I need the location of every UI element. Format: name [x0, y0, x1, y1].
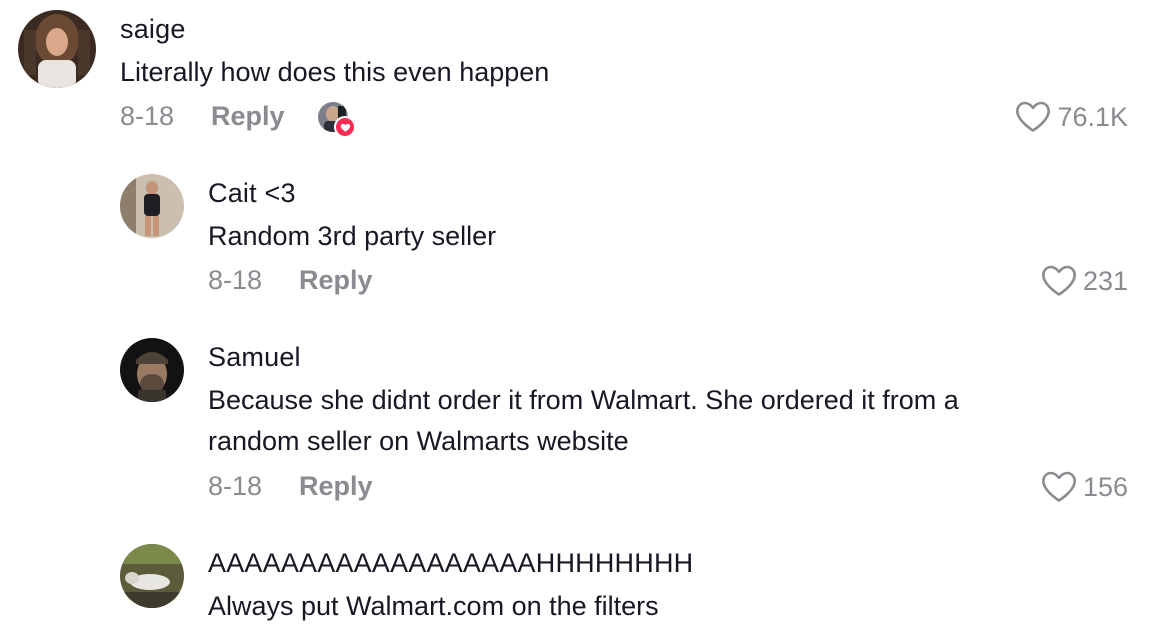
comment-username[interactable]: saige [120, 14, 186, 45]
heart-filled-icon [334, 116, 356, 138]
comment-text: Literally how does this even happen [120, 57, 550, 87]
like-button[interactable]: 76.1K [1015, 100, 1128, 134]
reply-button[interactable]: Reply [299, 265, 373, 296]
comment-text-line: random seller on Walmarts website [208, 426, 629, 456]
avatar[interactable] [120, 544, 184, 608]
comment-date: 8-18 [208, 471, 263, 501]
comment-text: Random 3rd party seller [208, 221, 497, 251]
creator-liked-indicator [318, 102, 356, 138]
heart-outline-icon [1015, 100, 1051, 134]
comment-date: 8-18 [120, 101, 175, 131]
avatar[interactable] [120, 174, 184, 238]
like-count: 76.1K [1057, 101, 1128, 132]
like-count: 156 [1082, 471, 1128, 502]
reply-button[interactable]: Reply [211, 101, 285, 132]
reply-button[interactable]: Reply [299, 471, 373, 502]
comment-text-line: Because she didnt order it from Walmart.… [208, 385, 959, 415]
comment-username[interactable]: Cait <3 [208, 178, 296, 209]
comment-username[interactable]: AAAAAAAAAAAAAAAAAAHHHHHHHH [208, 548, 693, 579]
like-button[interactable]: 231 [1041, 264, 1128, 298]
heart-outline-icon [1041, 470, 1077, 504]
comment-date: 8-18 [208, 265, 263, 295]
comment-text: Always put Walmart.com on the filters [208, 591, 659, 621]
like-count: 231 [1082, 265, 1128, 296]
comment-username[interactable]: Samuel [208, 342, 301, 373]
like-button[interactable]: 156 [1041, 470, 1128, 504]
avatar[interactable] [120, 338, 184, 402]
avatar[interactable] [18, 10, 96, 88]
heart-outline-icon [1041, 264, 1077, 298]
